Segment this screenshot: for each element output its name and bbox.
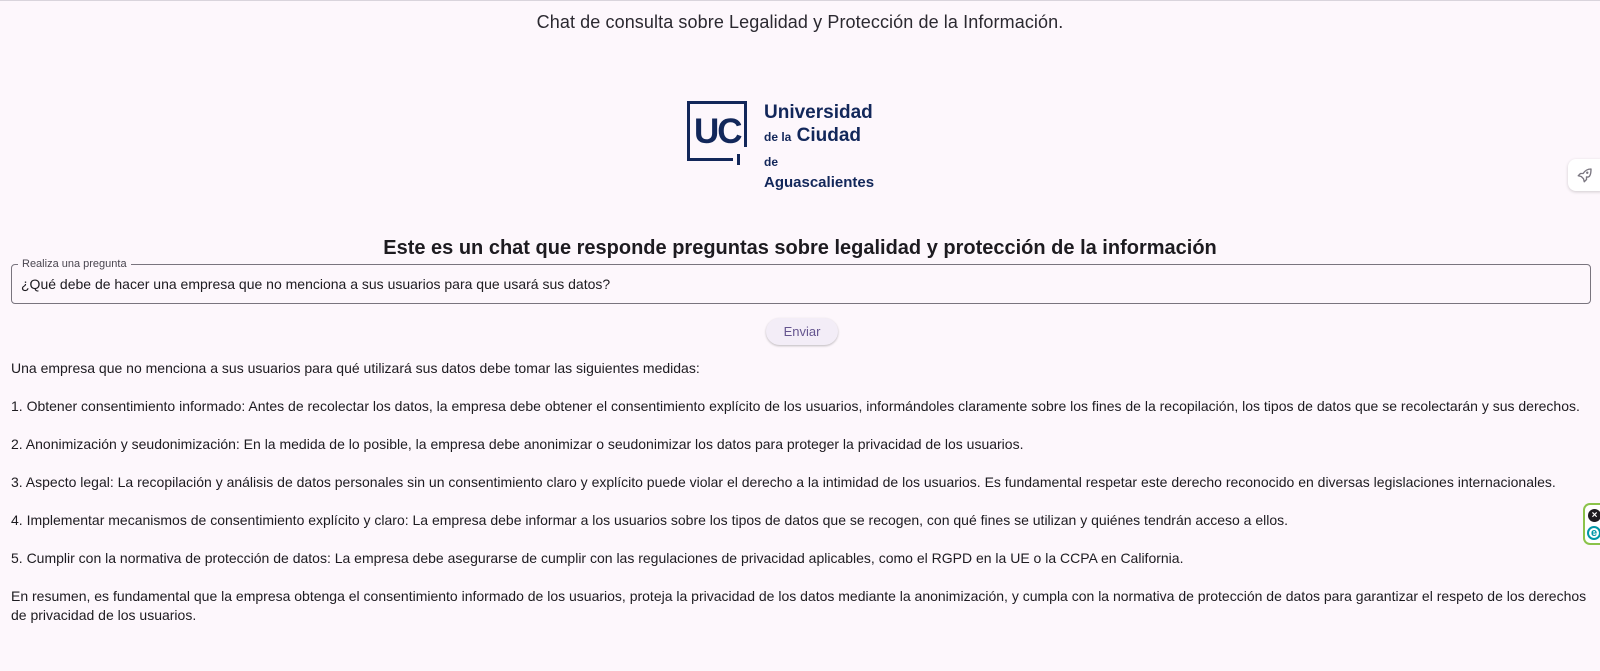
question-field[interactable]: Realiza una pregunta: [11, 257, 1591, 304]
send-button[interactable]: Enviar: [766, 318, 838, 345]
app-title: Chat de consulta sobre Legalidad y Prote…: [536, 12, 1064, 32]
rocket-launcher-button[interactable]: [1568, 159, 1600, 191]
answer-paragraph: Una empresa que no menciona a sus usuari…: [11, 360, 700, 376]
answer-paragraph: En resumen, es fundamental que la empres…: [11, 588, 1587, 623]
top-divider: [0, 0, 1600, 1]
page: Chat de consulta sobre Legalidad y Prote…: [0, 0, 1600, 671]
logo-line-1: Universidad: [764, 102, 873, 123]
close-circle-icon[interactable]: ×: [1588, 509, 1600, 522]
answer-paragraph: 4. Implementar mecanismos de consentimie…: [11, 512, 1289, 528]
rocket-icon: [1577, 168, 1592, 183]
answer-paragraph: 3. Aspecto legal: La recopilación y anál…: [11, 474, 1556, 490]
university-logo: UC Universidad de la Ciudad de Aguascali…: [687, 101, 877, 191]
logo-line-2: de la Ciudad de: [764, 125, 862, 169]
logo-mark: UC: [687, 101, 747, 165]
logo-text: Universidad de la Ciudad de Aguascalient…: [764, 101, 877, 192]
e-circle-icon[interactable]: e: [1587, 526, 1600, 540]
answer-text: Una empresa que no menciona a sus usuari…: [11, 359, 1591, 644]
answer-paragraph: 5. Cumplir con la normativa de protecció…: [11, 550, 1184, 566]
question-input[interactable]: [21, 274, 1571, 294]
logo-mark-text: UC: [694, 112, 743, 151]
side-widget[interactable]: × e: [1583, 503, 1600, 545]
answer-paragraph: 1. Obtener consentimiento informado: Ant…: [11, 398, 1580, 414]
question-field-label: Realiza una pregunta: [18, 257, 131, 271]
logo-line-3: Aguascalientes: [764, 174, 875, 191]
page-heading: Este es un chat que responde preguntas s…: [383, 237, 1217, 259]
answer-paragraph: 2. Anonimización y seudonimización: En l…: [11, 436, 1024, 452]
